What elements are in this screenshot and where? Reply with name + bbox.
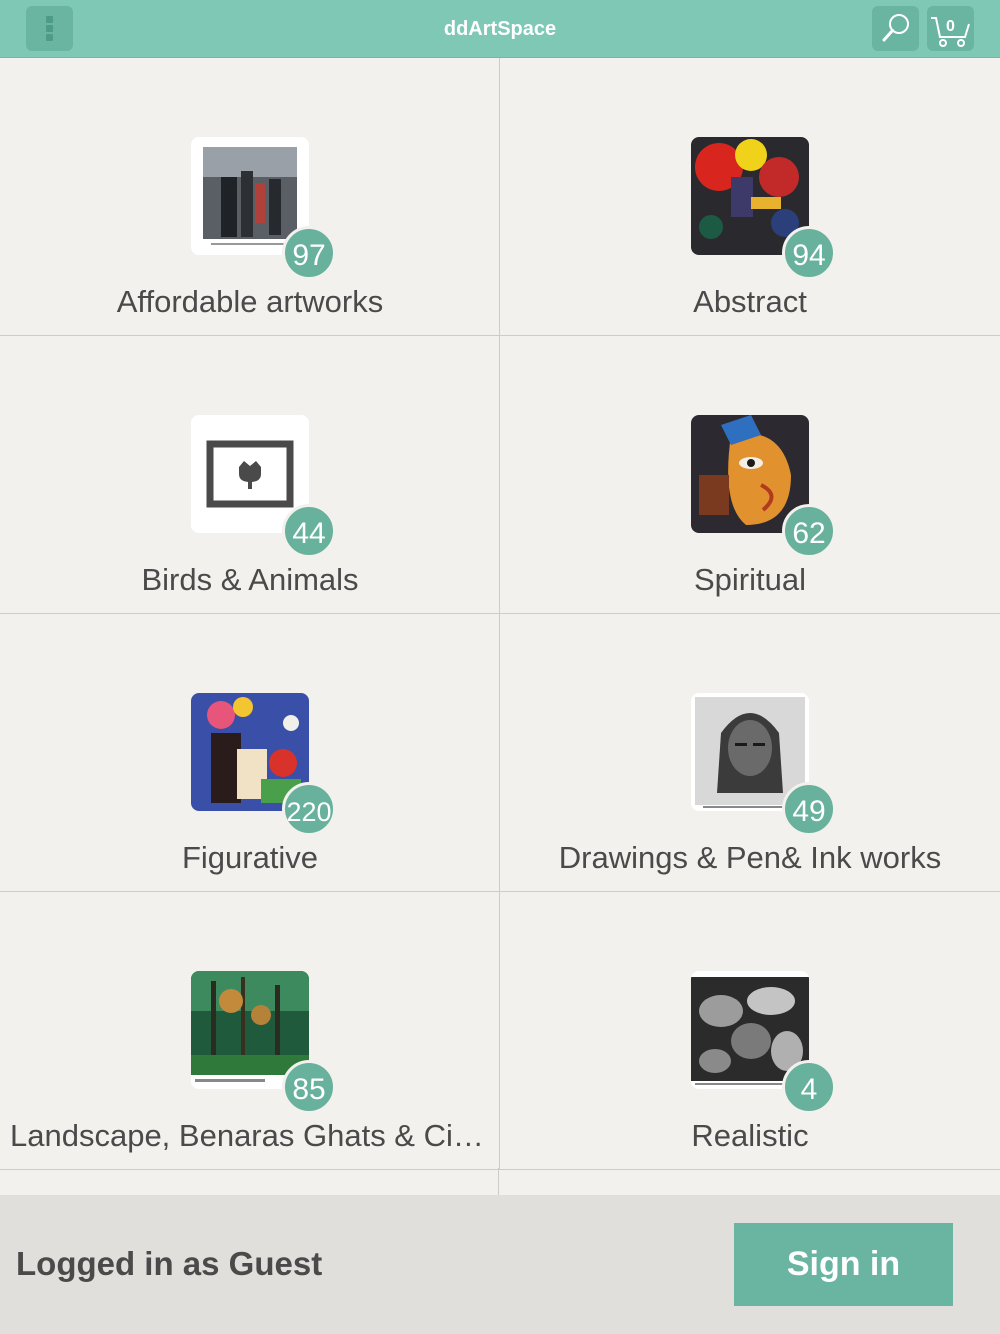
category-label: Realistic bbox=[691, 1118, 809, 1153]
artwork-count-badge: 85 bbox=[282, 1060, 336, 1114]
search-icon bbox=[882, 14, 909, 42]
artwork-count-badge: 94 bbox=[782, 226, 836, 280]
category-tile-spiritual[interactable]: 62 Spiritual bbox=[500, 336, 1000, 614]
category-label: Affordable artworks bbox=[116, 284, 384, 319]
cart-button[interactable]: 0 bbox=[927, 6, 974, 51]
artwork-count-badge: 44 bbox=[282, 504, 336, 558]
category-tile-affordable-artworks[interactable]: 97 Affordable artworks bbox=[0, 58, 500, 336]
category-label: Landscape, Benaras Ghats & Cit… bbox=[10, 1118, 490, 1153]
column-divider bbox=[498, 1168, 499, 1195]
top-app-bar: ddArtSpace 0 bbox=[0, 0, 1000, 58]
category-tile-abstract[interactable]: 94 Abstract bbox=[500, 58, 1000, 336]
footer-bar: Logged in as Guest Sign in bbox=[0, 1195, 1000, 1334]
artwork-count-badge: 62 bbox=[782, 504, 836, 558]
category-tile-birds-animals[interactable]: 44 Birds & Animals bbox=[0, 336, 500, 614]
artwork-count-badge: 220 bbox=[282, 782, 336, 836]
category-label: Abstract bbox=[693, 284, 807, 319]
sign-in-button[interactable]: Sign in bbox=[734, 1223, 953, 1306]
artwork-count-badge: 4 bbox=[782, 1060, 836, 1114]
category-label: Figurative bbox=[181, 840, 319, 875]
category-grid: 97 Affordable artworks 94 Abstract 44 Bi… bbox=[0, 58, 1000, 1195]
category-tile-realistic[interactable]: 4 Realistic bbox=[500, 892, 1000, 1170]
artwork-count-badge: 97 bbox=[282, 226, 336, 280]
artwork-count-badge: 49 bbox=[782, 782, 836, 836]
category-tile-figurative[interactable]: 220 Figurative bbox=[0, 614, 500, 892]
category-tile-drawings-pen-ink[interactable]: 49 Drawings & Pen& Ink works bbox=[500, 614, 1000, 892]
app-title: ddArtSpace bbox=[443, 18, 557, 40]
category-tile-landscape[interactable]: 85 Landscape, Benaras Ghats & Cit… bbox=[0, 892, 500, 1170]
category-label: Drawings & Pen& Ink works bbox=[558, 840, 942, 875]
search-button[interactable] bbox=[872, 6, 919, 51]
login-status: Logged in as Guest bbox=[16, 1245, 323, 1282]
category-label: Spiritual bbox=[694, 562, 806, 597]
cart-count-badge: 0 bbox=[946, 18, 955, 35]
category-label: Birds & Animals bbox=[141, 562, 359, 597]
